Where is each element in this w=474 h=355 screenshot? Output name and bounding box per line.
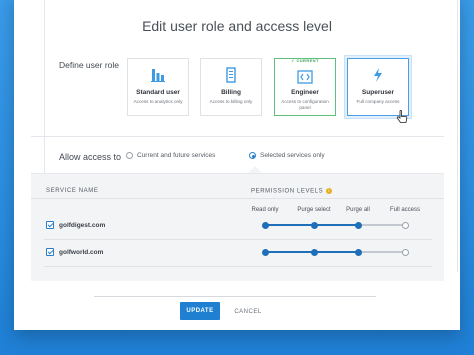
role-card-standard-user[interactable]: Standard user Access to analytics only bbox=[127, 58, 189, 116]
radio-dot[interactable] bbox=[249, 152, 256, 159]
slider-track bbox=[314, 224, 358, 226]
slider-stop[interactable] bbox=[261, 248, 269, 256]
slider-track bbox=[358, 224, 405, 226]
slider-track bbox=[265, 224, 314, 226]
slider-track bbox=[358, 251, 405, 253]
bar-chart-icon bbox=[128, 67, 188, 83]
section-divider bbox=[31, 136, 444, 137]
allow-access-label: Allow access to bbox=[59, 152, 122, 162]
radio-current-and-future[interactable]: Current and future services bbox=[126, 152, 215, 159]
header-divider bbox=[31, 198, 444, 199]
panel-pointer bbox=[248, 166, 262, 173]
role-description: Full company access bbox=[356, 99, 400, 104]
column-header-service: SERVICE NAME bbox=[46, 188, 99, 194]
dialog-title: Edit user role and access level bbox=[142, 18, 332, 34]
service-name: golfworld.com bbox=[59, 249, 104, 256]
radio-selected-services[interactable]: Selected services only bbox=[249, 152, 325, 159]
role-description: Access to analytics only bbox=[133, 99, 183, 104]
slider-stop[interactable] bbox=[401, 221, 409, 229]
cancel-button[interactable]: CANCEL bbox=[228, 302, 268, 320]
update-button[interactable]: UPDATE bbox=[180, 302, 220, 320]
slider-track bbox=[265, 251, 314, 253]
radio-label: Current and future services bbox=[137, 152, 216, 159]
level-label-purge-all: Purge all bbox=[346, 207, 370, 213]
code-icon bbox=[275, 70, 335, 86]
row-divider bbox=[44, 266, 432, 267]
role-card-billing[interactable]: Billing Access to billing only bbox=[200, 58, 262, 116]
role-name: Engineer bbox=[291, 89, 319, 96]
slider-track bbox=[314, 251, 358, 253]
role-name: Billing bbox=[221, 89, 241, 96]
hand-cursor-icon bbox=[396, 110, 408, 129]
role-card-superuser[interactable]: Superuser Full company access bbox=[347, 58, 409, 116]
level-label-read-only: Read only bbox=[251, 207, 279, 213]
slider-stop[interactable] bbox=[261, 221, 269, 229]
slider-stop[interactable] bbox=[310, 248, 318, 256]
role-description: Access to configuration panel bbox=[281, 99, 329, 110]
lightning-icon bbox=[348, 67, 408, 83]
role-card-engineer[interactable]: ✓ CURRENT Engineer Access to configurati… bbox=[274, 58, 336, 116]
row-checkbox[interactable] bbox=[46, 248, 54, 256]
column-header-permissions: PERMISSION LEVELS i bbox=[251, 188, 333, 195]
column-header-permissions-label: PERMISSION LEVELS bbox=[251, 188, 324, 195]
slider-stop[interactable] bbox=[401, 248, 409, 256]
invoice-icon bbox=[201, 67, 261, 83]
role-description: Access to billing only bbox=[209, 99, 253, 104]
slider-stop[interactable] bbox=[310, 221, 318, 229]
radio-label: Selected services only bbox=[260, 152, 325, 159]
role-name: Standard user bbox=[136, 89, 180, 96]
current-badge: ✓ CURRENT bbox=[291, 58, 319, 63]
row-divider bbox=[44, 239, 432, 240]
radio-dot[interactable] bbox=[126, 152, 133, 159]
level-label-purge-select: Purge select bbox=[297, 207, 331, 213]
slider-stop[interactable] bbox=[354, 221, 362, 229]
service-name: golfdigest.com bbox=[59, 222, 106, 229]
footer-divider bbox=[94, 296, 376, 297]
slider-stop[interactable] bbox=[354, 248, 362, 256]
level-label-full-access: Full access bbox=[389, 207, 420, 213]
row-checkbox[interactable] bbox=[46, 221, 54, 229]
role-name: Superuser bbox=[361, 89, 395, 96]
info-icon[interactable]: i bbox=[326, 188, 333, 194]
define-role-label: Define user role bbox=[59, 60, 120, 70]
